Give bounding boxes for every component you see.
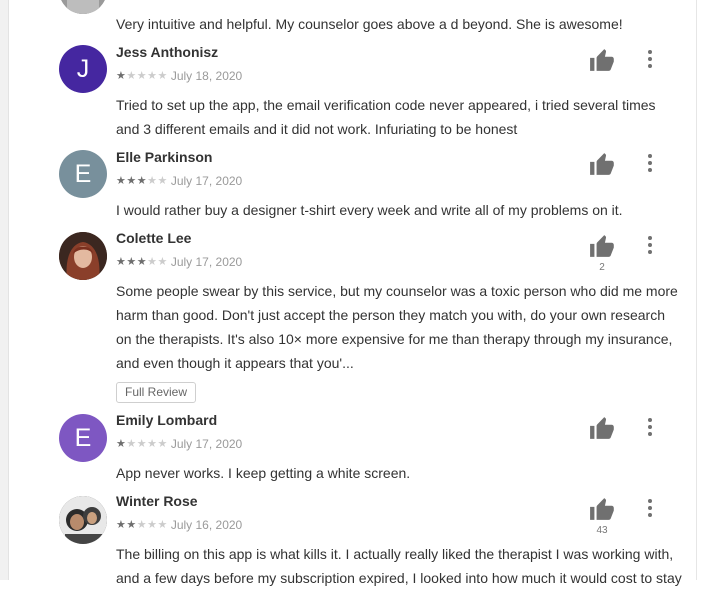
review-text: Some people swear by this service, but m…	[116, 283, 678, 371]
avatar	[59, 232, 107, 280]
avatar: E	[59, 414, 107, 462]
avatar-photo	[59, 496, 107, 544]
more-vert-icon	[648, 50, 652, 68]
thumbs-up-icon	[590, 153, 614, 175]
rating-row: ★★★★★	[116, 0, 168, 4]
avatar	[59, 0, 107, 14]
review-text: The billing on this app is what kills it…	[116, 546, 682, 586]
reviewer-name: Jess Anthonisz	[116, 44, 219, 60]
review-date: July 16, 2020	[170, 518, 243, 532]
like-count: 43	[596, 525, 608, 536]
thumbs-up-button[interactable]	[589, 153, 615, 175]
more-vert-icon	[648, 236, 652, 254]
star-rating: ★★★★★	[116, 519, 168, 531]
thumbs-up-icon	[590, 49, 614, 71]
avatar: E	[59, 150, 107, 198]
avatar	[59, 496, 107, 544]
star-rating: ★★★★★	[116, 256, 168, 268]
avatar-letter: J	[76, 54, 90, 83]
star-rating: ★★★★★	[116, 438, 168, 450]
star-rating: ★★★★★	[116, 70, 168, 82]
more-options-button[interactable]	[642, 235, 658, 255]
avatar: J	[59, 45, 107, 93]
rating-row: ★★★★★ July 18, 2020	[116, 69, 242, 83]
avatar-photo	[59, 232, 107, 280]
right-divider	[696, 0, 697, 580]
review-text: I would rather buy a designer t-shirt ev…	[116, 202, 623, 218]
reviewer-name: Elle Parkinson	[116, 149, 213, 165]
review-text: Tried to set up the app, the email verif…	[116, 97, 656, 137]
review-text: Very intuitive and helpful. My counselor…	[116, 16, 623, 32]
more-vert-icon	[648, 418, 652, 436]
avatar-letter: E	[74, 423, 92, 452]
rating-row: ★★★★★ July 17, 2020	[116, 437, 242, 451]
more-options-button[interactable]	[642, 49, 658, 69]
avatar-letter: E	[74, 159, 92, 188]
more-vert-icon	[648, 154, 652, 172]
star-rating: ★★★★★	[116, 0, 168, 4]
thumbs-up-icon	[590, 417, 614, 439]
rating-row: ★★★★★ July 17, 2020	[116, 174, 242, 188]
more-options-button[interactable]	[642, 417, 658, 437]
full-review-button[interactable]: Full Review	[116, 382, 197, 403]
thumbs-up-button[interactable]	[589, 235, 615, 257]
thumbs-up-button[interactable]	[589, 417, 615, 439]
left-divider	[0, 0, 9, 580]
rating-row: ★★★★★ July 17, 2020	[116, 255, 242, 269]
reviewer-name: Winter Rose	[116, 493, 198, 509]
reviewer-name: Colette Lee	[116, 230, 192, 246]
like-count: 2	[599, 262, 605, 273]
thumbs-up-icon	[590, 235, 614, 257]
rating-row: ★★★★★ July 16, 2020	[116, 518, 242, 532]
review-text: App never works. I keep getting a white …	[116, 465, 411, 481]
more-options-button[interactable]	[642, 153, 658, 173]
avatar-photo	[59, 0, 107, 14]
thumbs-up-button[interactable]	[589, 498, 615, 520]
review-date: July 17, 2020	[170, 174, 243, 188]
more-options-button[interactable]	[642, 498, 658, 518]
more-vert-icon	[648, 499, 652, 517]
thumbs-up-icon	[590, 498, 614, 520]
review-date: July 17, 2020	[170, 255, 243, 269]
review-date: July 18, 2020	[170, 69, 243, 83]
star-rating: ★★★★★	[116, 175, 168, 187]
thumbs-up-button[interactable]	[589, 49, 615, 71]
review-date: July 17, 2020	[170, 437, 243, 451]
reviewer-name: Emily Lombard	[116, 412, 218, 428]
